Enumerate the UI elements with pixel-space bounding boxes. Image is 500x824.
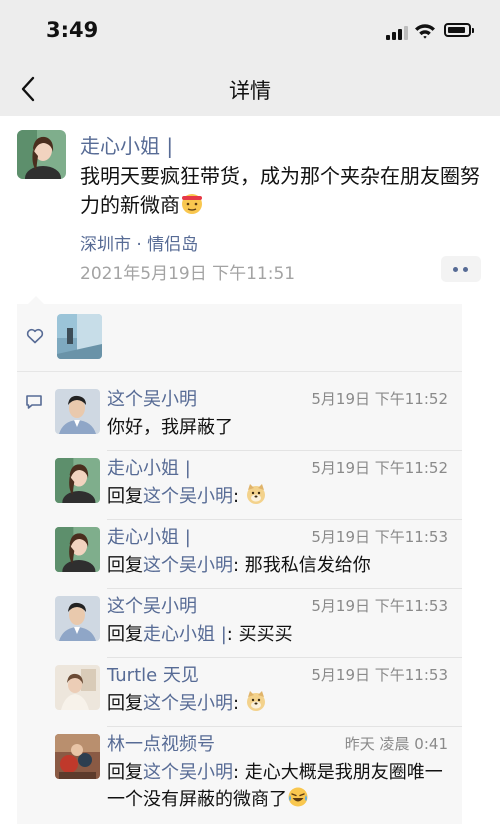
battery-icon [444, 23, 474, 37]
face-emoji-icon [182, 194, 202, 214]
post-text: 我明天要疯狂带货，成为那个夹杂在朋友圈努力的新微商 [80, 164, 480, 217]
panel-arrow [28, 296, 44, 304]
nav-bar: 详情 [0, 62, 500, 116]
cellular-signal-icon [386, 25, 410, 40]
comment-author[interactable]: 这个吴小明 [107, 385, 197, 411]
reply-target[interactable]: 这个吴小明 [143, 555, 233, 576]
comment-divider [107, 588, 462, 589]
comment-author[interactable]: 这个吴小明 [107, 592, 197, 618]
reply-target[interactable]: 这个吴小明 [143, 762, 233, 783]
page-title: 详情 [229, 79, 271, 103]
comment-time: 5月19日 下午11:53 [311, 666, 448, 684]
comment-author[interactable]: Turtle 天见 [107, 661, 199, 687]
comment-avatar[interactable] [55, 665, 100, 710]
reply-target[interactable]: 这个吴小明 [143, 693, 233, 714]
comment-avatar[interactable] [55, 389, 100, 434]
comment-bubble-icon [26, 395, 42, 409]
reply-target[interactable]: 这个吴小明 [143, 486, 233, 507]
comment-time: 5月19日 下午11:52 [311, 459, 448, 477]
comment-divider [107, 657, 462, 658]
post-author-avatar[interactable] [17, 130, 66, 179]
comment-text: 你好，我屏蔽了 [107, 417, 233, 438]
wifi-icon [415, 24, 435, 39]
comment-avatar[interactable] [55, 527, 100, 572]
more-dots-icon[interactable] [441, 256, 481, 282]
comment-author[interactable]: 走心小姐 | [107, 523, 191, 549]
heart-outline-icon [26, 328, 44, 344]
comment-avatar[interactable] [55, 596, 100, 641]
comment-avatar[interactable] [55, 458, 100, 503]
comment-divider [107, 450, 462, 451]
comment-text: 回复这个吴小明: [107, 690, 452, 717]
comment-time: 5月19日 下午11:52 [311, 390, 448, 408]
comment-avatar[interactable] [55, 734, 100, 779]
comment-text: 回复这个吴小明: [107, 483, 452, 510]
doge-emoji-icon [246, 691, 265, 711]
comment-time: 5月19日 下午11:53 [311, 597, 448, 615]
post-timestamp: 2021年5月19日 下午11:51 [80, 264, 296, 284]
post-location[interactable]: 深圳市 · 情侣岛 [80, 230, 198, 255]
laugh-cry-emoji-icon [288, 787, 308, 807]
comment-divider [107, 726, 462, 727]
comment-text: 回复走心小姐 |: 买买买 [107, 624, 293, 645]
doge-emoji-icon [246, 484, 265, 504]
comment-text: 回复这个吴小明: 那我私信发给你 [107, 555, 371, 576]
post-author-name[interactable]: 走心小姐 | [80, 130, 173, 159]
comment-divider [107, 519, 462, 520]
status-bar: 3:49 [0, 0, 500, 62]
comment-text: 回复这个吴小明: 走心大概是我朋友圈唯一一个没有屏蔽的微商了 [107, 762, 443, 810]
reply-target[interactable]: 走心小姐 | [143, 624, 227, 645]
comment-time: 5月19日 下午11:53 [311, 528, 448, 546]
panel-divider [17, 371, 462, 372]
comment-author[interactable]: 林一点视频号 [107, 730, 215, 756]
like-user-avatar[interactable] [57, 314, 102, 359]
comment-time: 昨天 凌晨 0:41 [344, 735, 448, 753]
comment-author[interactable]: 走心小姐 | [107, 454, 191, 480]
status-time: 3:49 [46, 18, 99, 42]
